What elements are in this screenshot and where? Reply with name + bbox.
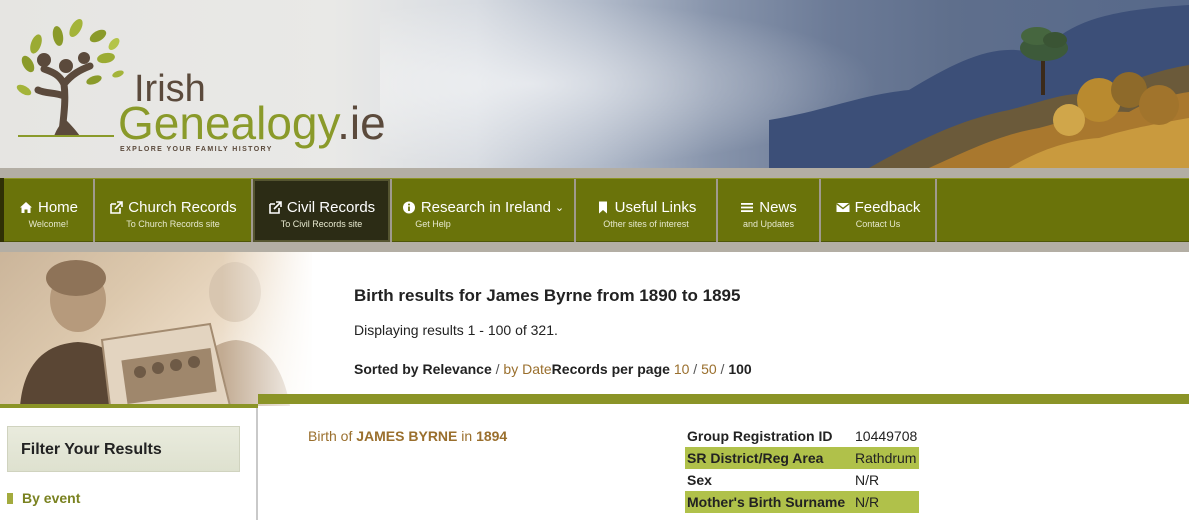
nav-research-in-ireland[interactable]: Research in Ireland ⌄ Get Help	[392, 179, 576, 242]
logo-word-genealogy: Genealogy.ie	[118, 100, 386, 146]
chevron-down-icon: ⌄	[554, 202, 565, 214]
nav-home-label: Home	[37, 199, 78, 216]
nav-useful-links-label: Useful Links	[614, 199, 697, 216]
bullet-marker-icon	[7, 493, 13, 504]
table-row: Sex N/R	[685, 469, 919, 491]
external-link-icon	[109, 201, 124, 214]
tree-logo-icon	[16, 18, 124, 137]
sort-relevance-current: Relevance	[422, 361, 492, 377]
nav-feedback-label: Feedback	[854, 199, 921, 216]
nav-feedback-sub: Contact Us	[855, 219, 901, 229]
field-key: SR District/Reg Area	[685, 447, 853, 469]
nav-church-records-label: Church Records	[128, 199, 237, 216]
site-logo[interactable]: Irish Genealogy.ie EXPLORE YOUR FAMILY H…	[14, 14, 386, 154]
nav-civil-records-label: Civil Records	[286, 199, 376, 216]
field-value: Rathdrum	[853, 447, 920, 469]
record-details-table: Group Registration ID 10449708 SR Distri…	[685, 425, 920, 513]
sort-separator: /	[495, 361, 500, 377]
record-in: in	[461, 428, 473, 444]
filter-sidebar: Filter Your Results By event	[0, 408, 258, 520]
record-prefix: Birth of	[308, 428, 353, 444]
nav-left-edge	[0, 178, 4, 242]
filter-title: Filter Your Results	[21, 441, 162, 458]
results-count: Displaying results 1 - 100 of 321.	[354, 322, 558, 338]
home-icon	[19, 201, 33, 213]
nav-home-sub: Welcome!	[28, 219, 69, 229]
field-value: 10449708	[855, 428, 918, 444]
record-title-link[interactable]: Birth of JAMES BYRNE in 1894	[308, 428, 507, 444]
filter-by-event-label: By event	[22, 490, 81, 506]
logo-tagline: EXPLORE YOUR FAMILY HISTORY	[120, 146, 273, 153]
results-title: Birth results for James Byrne from 1890 …	[354, 286, 741, 305]
nav-news[interactable]: News and Updates	[718, 179, 821, 242]
nav-church-records-sub: To Church Records site	[126, 219, 220, 229]
sort-bar: Sorted by Relevance / by DateRecords per…	[354, 361, 752, 377]
bookmark-icon	[596, 201, 610, 214]
sort-label: Sorted by	[354, 361, 419, 377]
nav-useful-links-sub: Other sites of interest	[603, 219, 689, 229]
nav-home[interactable]: Home Welcome!	[4, 179, 95, 242]
table-row: Mother's Birth Surname N/R	[685, 491, 920, 513]
record-name: JAMES BYRNE	[356, 428, 458, 444]
records-per-page-label: Records per page	[551, 361, 670, 377]
per-page-10-link[interactable]: 10	[674, 361, 690, 377]
table-row: SR District/Reg Area Rathdrum	[685, 447, 920, 469]
info-icon	[402, 201, 416, 214]
site-header: Irish Genealogy.ie EXPLORE YOUR FAMILY H…	[0, 0, 1189, 168]
field-key: Mother's Birth Surname	[685, 491, 853, 513]
table-row: Group Registration ID 10449708	[685, 425, 919, 447]
nav-research-sub: Get Help	[415, 219, 451, 229]
filter-header: Filter Your Results	[7, 426, 240, 472]
field-value: N/R	[853, 491, 920, 513]
logo-genealogy-text: Genealogy	[118, 97, 338, 149]
per-page-100-current: 100	[728, 361, 752, 377]
nav-news-sub: and Updates	[742, 219, 795, 229]
sort-by-date-link[interactable]: by Date	[503, 361, 551, 377]
per-page-50-link[interactable]: 50	[701, 361, 717, 377]
content-divider	[258, 394, 1189, 404]
photo-fade	[222, 252, 312, 406]
external-link-icon	[268, 201, 282, 214]
envelope-icon	[835, 201, 850, 213]
vintage-photo-banner	[0, 252, 312, 406]
field-key: Group Registration ID	[687, 428, 833, 444]
field-key: Sex	[687, 472, 712, 488]
nav-church-records[interactable]: Church Records To Church Records site	[95, 179, 253, 242]
logo-ie-text: .ie	[337, 97, 386, 149]
results-heading: Birth results for James Byrne from 1890 …	[354, 286, 740, 306]
filter-by-event[interactable]: By event	[7, 490, 80, 506]
per-page-separator: /	[720, 361, 725, 377]
per-page-separator: /	[693, 361, 698, 377]
nav-research-label: Research in Ireland	[420, 199, 551, 216]
main-navigation: Home Welcome! Church Records To Church R…	[0, 178, 1189, 242]
nav-civil-records[interactable]: Civil Records To Civil Records site	[253, 179, 392, 242]
record-year: 1894	[476, 428, 508, 444]
nav-news-label: News	[759, 199, 797, 216]
nav-useful-links[interactable]: Useful Links Other sites of interest	[576, 179, 718, 242]
nav-feedback[interactable]: Feedback Contact Us	[821, 179, 937, 242]
header-landscape-image	[769, 5, 1189, 168]
field-value: N/R	[855, 472, 880, 488]
list-icon	[740, 201, 754, 213]
